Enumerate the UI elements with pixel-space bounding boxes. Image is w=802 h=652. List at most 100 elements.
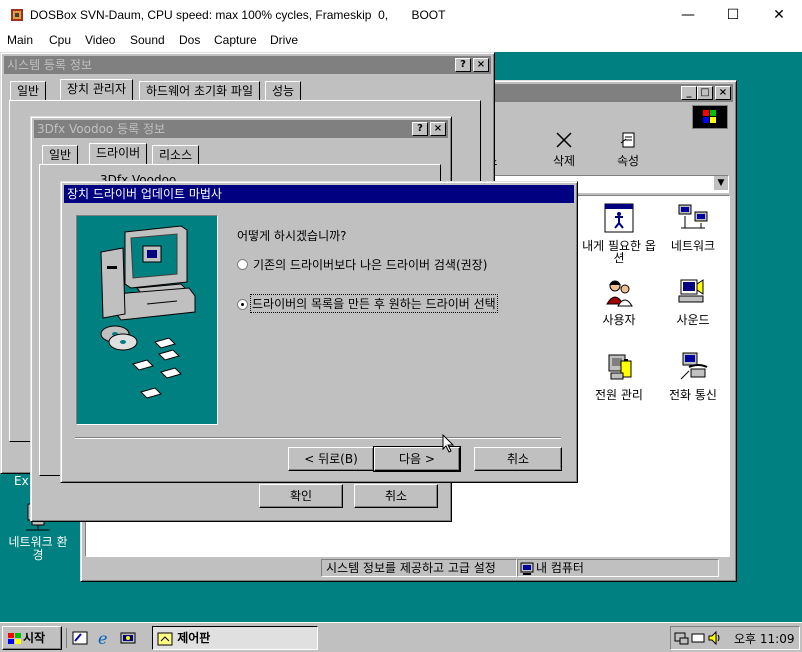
clock[interactable]: 오후 11:09	[734, 630, 794, 647]
delete-button[interactable]: 삭제	[539, 131, 589, 169]
cp-item-label: 전화 통신	[669, 388, 717, 402]
telephony-icon	[680, 352, 708, 380]
start-button[interactable]: 시작	[2, 626, 62, 650]
voodoo-tab-driver[interactable]: 드라이버	[89, 143, 148, 164]
accessibility-icon	[604, 203, 634, 233]
back-button[interactable]: < 뒤로(B)	[288, 447, 374, 471]
volume-tray-icon[interactable]	[707, 630, 723, 646]
radio-search-better-driver[interactable]	[237, 259, 248, 270]
cp-statusbar: 시스템 정보를 제공하고 고급 설정 내 컴퓨터	[85, 559, 728, 577]
voodoo-ok-button[interactable]: 확인	[259, 484, 343, 508]
wizard-title: 장치 드라이버 업데이트 마법사	[67, 187, 222, 201]
svg-text:e: e	[98, 629, 107, 647]
minimize-button[interactable]: —	[665, 0, 711, 30]
quick-launch: e	[66, 628, 143, 648]
cp-item-label: 사용자	[602, 313, 636, 327]
speaker-icon	[678, 279, 704, 303]
status-right-text: 내 컴퓨터	[536, 561, 584, 575]
maximize-button[interactable]: ☐	[710, 0, 756, 30]
voodoo-title: 3Dfx Voodoo 등록 정보	[37, 122, 166, 136]
menu-dos[interactable]: Dos	[179, 33, 200, 47]
tab-performance[interactable]: 성능	[265, 81, 302, 100]
windows-flag-icon	[8, 632, 21, 644]
wizard-illustration	[76, 215, 218, 425]
tab-hardware-profiles[interactable]: 하드웨어 초기화 파일	[139, 81, 260, 100]
hardware-tray-icon[interactable]	[674, 630, 690, 646]
status-right-pane: 내 컴퓨터	[517, 559, 719, 577]
sysprops-title: 시스템 등록 정보	[7, 58, 92, 72]
host-titlebar: DOSBox SVN-Daum, CPU speed: max 100% cyc…	[0, 0, 802, 30]
option1-label: 기존의 드라이버보다 나은 드라이버 검색(권장)	[253, 258, 488, 272]
tab-general[interactable]: 일반	[10, 81, 47, 100]
cp-item-users[interactable]: 사용자	[582, 276, 656, 326]
keyboard-tray-icon[interactable]	[691, 630, 705, 646]
voodoo-titlebar: 3Dfx Voodoo 등록 정보 ? ×	[34, 120, 448, 138]
menu-main[interactable]: Main	[7, 33, 33, 47]
close-button[interactable]: ✕	[756, 0, 802, 30]
cp-maximize-button[interactable]: □	[697, 86, 713, 100]
cp-item-label: 내게 필요한 옵션	[582, 239, 656, 265]
start-label: 시작	[23, 631, 46, 645]
menu-capture[interactable]: Capture	[214, 33, 257, 47]
control-panel-icon	[157, 632, 173, 645]
wizard-separator	[75, 437, 561, 439]
wizard-titlebar: 장치 드라이버 업데이트 마법사	[64, 185, 574, 203]
voodoo-cancel-button[interactable]: 취소	[354, 484, 438, 508]
cp-item-label: 전원 관리	[595, 388, 643, 402]
users-icon	[606, 280, 633, 307]
status-left-pane: 시스템 정보를 제공하고 고급 설정	[321, 559, 517, 577]
voodoo-help-button[interactable]: ?	[412, 122, 428, 136]
emulated-desktop: Ex 네트워크 환경 _ □ × 삭제 속성 ▼ 내게 필요한 옵션 네트워크 …	[0, 52, 802, 652]
voodoo-close-button[interactable]: ×	[430, 122, 446, 136]
cp-close-button[interactable]: ×	[715, 86, 731, 100]
cp-item-sounds[interactable]: 사운드	[656, 276, 730, 326]
channels-icon[interactable]	[119, 629, 137, 647]
driver-wizard-window: 장치 드라이버 업데이트 마법사 어떻게 하시겠습니까? 기존의 드라이버보다 …	[60, 181, 578, 483]
cp-item-accessibility[interactable]: 내게 필요한 옵션	[582, 202, 656, 264]
mouse-cursor-icon	[442, 434, 455, 453]
cp-item-telephony[interactable]: 전화 통신	[656, 351, 730, 401]
show-desktop-icon[interactable]	[71, 629, 89, 647]
windows-flag-icon	[703, 110, 716, 123]
taskbar-task-label: 제어판	[177, 631, 211, 645]
desktop-partial-label: Ex	[14, 474, 29, 488]
tab-device-manager[interactable]: 장치 관리자	[60, 79, 134, 100]
delete-icon	[556, 132, 572, 148]
cp-minimize-button[interactable]: _	[681, 86, 697, 100]
sysprops-help-button[interactable]: ?	[455, 58, 471, 72]
menu-drive[interactable]: Drive	[270, 33, 298, 47]
cp-item-power[interactable]: 전원 관리	[582, 351, 656, 401]
my-computer-icon	[520, 562, 534, 575]
delete-label: 삭제	[552, 154, 576, 168]
wizard-cancel-button[interactable]: 취소	[474, 447, 562, 471]
taskbar: 시작 e 제어판 오후 11:09	[0, 622, 802, 652]
taskbar-control-panel[interactable]: 제어판	[152, 626, 318, 650]
menu-sound[interactable]: Sound	[130, 33, 165, 47]
cp-item-label: 네트워크	[670, 239, 716, 253]
network-env-label: 네트워크 환경	[8, 535, 68, 562]
properties-label: 속성	[616, 154, 640, 168]
cp-item-label: 사운드	[676, 313, 710, 327]
sysprops-close-button[interactable]: ×	[473, 58, 489, 72]
window-title: DOSBox SVN-Daum, CPU speed: max 100% cyc…	[30, 8, 446, 22]
menu-cpu[interactable]: Cpu	[49, 33, 71, 47]
network-icon	[678, 204, 708, 229]
cp-item-network[interactable]: 네트워크	[656, 202, 730, 252]
internet-explorer-icon[interactable]: e	[95, 629, 113, 647]
windows-logo	[692, 105, 728, 129]
computer-with-disks-illustration	[100, 225, 196, 399]
menu-bar: Main Cpu Video Sound Dos Capture Drive	[0, 30, 802, 52]
system-tray: 오후 11:09	[670, 626, 800, 650]
voodoo-tab-general[interactable]: 일반	[42, 145, 79, 164]
sysprops-titlebar: 시스템 등록 정보 ? ×	[4, 56, 491, 74]
voodoo-tab-resources[interactable]: 리소스	[152, 145, 200, 164]
dosbox-icon	[11, 9, 23, 21]
address-dropdown-button[interactable]: ▼	[713, 176, 728, 190]
menu-video[interactable]: Video	[85, 33, 115, 47]
properties-icon	[620, 132, 635, 148]
radio-choose-from-list[interactable]	[237, 299, 248, 310]
option2-label: 드라이버의 목록을 만든 후 원하는 드라이버 선택	[250, 294, 498, 313]
power-management-icon	[608, 354, 632, 380]
status-left-text: 시스템 정보를 제공하고 고급 설정	[326, 561, 496, 575]
properties-button[interactable]: 속성	[598, 131, 658, 169]
